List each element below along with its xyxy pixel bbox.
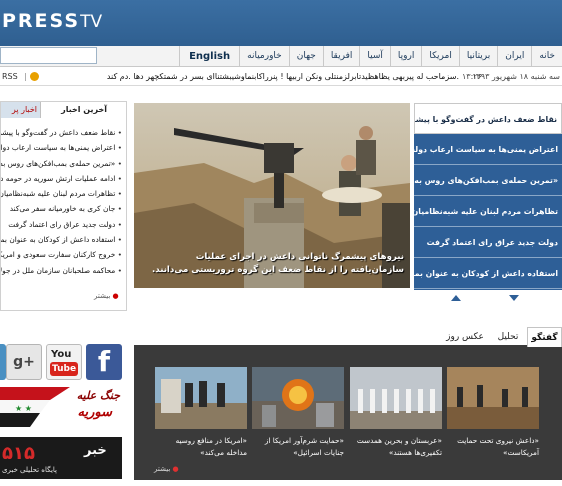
- nav-item-asia[interactable]: آسیا: [359, 46, 390, 67]
- nav-item-europe[interactable]: اروپا: [389, 46, 421, 67]
- tab-analysis[interactable]: تحلیل: [491, 327, 525, 347]
- list-item[interactable]: خروج کارکنان سفارت سعودی و امریکا: [1, 247, 122, 262]
- list-item[interactable]: «تمرین حمله‌ی بمب‌افکن‌های روس به آمریکا…: [1, 156, 122, 171]
- featured-headline-item[interactable]: «تمرین حمله‌ی بمب‌افکن‌های روس به آمریکا…: [414, 165, 562, 196]
- latest-news-tabs: اخبار پر آخرین اخبار: [1, 102, 126, 118]
- featured-caption[interactable]: نیروهای پیشمرگ ناتوانی داعش در اجرای عمل…: [150, 251, 404, 277]
- more-bullet-icon: ●: [172, 465, 179, 473]
- svg-text:★ ★: ★ ★: [15, 404, 32, 413]
- gallery-thumbnail-image: [155, 367, 247, 429]
- syria-banner-line1: جنگ علیه: [76, 389, 120, 402]
- featured-headlines: نقاط ضعف داعش در گفت‌وگو با پیشمرگ اعترا…: [414, 103, 562, 290]
- list-item[interactable]: اعتراض یمنی‌ها به سیاست ارعاب دولت: [1, 140, 122, 155]
- media-tabs: گفتگو تحلیل عکس روز: [134, 327, 562, 347]
- ticker-headline[interactable]: سزماحب له پیربهی یظاهظیدتابرلزمنتلی ونکن…: [66, 67, 459, 85]
- news-channel-banner[interactable]: ۵۱۵ خبر پایگاه تحلیلی خبری: [0, 437, 122, 479]
- nav-item-britain[interactable]: بریتانیا: [458, 46, 497, 67]
- list-item[interactable]: تظاهرات مردم لبنان علیه شبه‌نظامیان: [1, 186, 122, 201]
- featured-headline-item[interactable]: دولت جدید عراق رای اعتماد گرفت: [414, 227, 562, 258]
- featured-headline-item[interactable]: تظاهرات مردم لبنان علیه شبه‌نظامیان: [414, 196, 562, 227]
- tab-photo-of-day[interactable]: عکس روز: [442, 327, 488, 347]
- syria-banner-line2: سوریه: [77, 405, 112, 420]
- nav-item-world[interactable]: جهان: [288, 46, 323, 67]
- nav-item-home[interactable]: خانه: [531, 46, 562, 67]
- nav-item-america[interactable]: امریکا: [421, 46, 459, 67]
- ticker-date: سه شنبه ۱۸ شهریور ۱۳۹۳: [472, 72, 560, 81]
- logo-tv-text: TV: [80, 12, 103, 32]
- page: PRESSTV خانه ایران بریتانیا امریکا اروپا…: [0, 0, 562, 486]
- list-item[interactable]: استفاده داعش از کودکان به عنوان بمب‌گذار: [1, 232, 122, 247]
- tab-latest-news[interactable]: آخرین اخبار: [41, 102, 126, 118]
- list-item[interactable]: نقاط ضعف داعش در گفت‌وگو با پیشمرگ: [1, 125, 122, 140]
- tab-interview[interactable]: گفتگو: [527, 327, 562, 347]
- list-item[interactable]: محاکمه صلحبانان سازمان ملل در جولان: [1, 263, 122, 278]
- nav-item-english[interactable]: English: [179, 46, 239, 67]
- gallery-caption[interactable]: «امریکا در منافع روسیه مداخله می‌کند»: [155, 435, 247, 459]
- gallery-thumbnail[interactable]: [252, 367, 344, 429]
- list-item[interactable]: دولت جدید عراق رای اعتماد گرفت: [1, 217, 122, 232]
- nav-item-iran[interactable]: ایران: [497, 46, 531, 67]
- featured-headline-item[interactable]: استفاده داعش از کودکان به عنوان بمب‌گذار: [414, 258, 562, 289]
- ticker-divider: |: [24, 72, 27, 81]
- gallery-thumbnail[interactable]: [155, 367, 247, 429]
- gallery-thumbnail[interactable]: [447, 367, 539, 429]
- interview-gallery: «داعش نیروی تحت حمایت آمریکاست» «عربستان…: [134, 347, 562, 480]
- gallery-caption[interactable]: «عربستان و بحرین همدست تکفیری‌ها هستند»: [350, 435, 442, 459]
- slider-controls: [414, 290, 562, 306]
- channel-khabar: خبر: [84, 443, 107, 458]
- gallery-caption[interactable]: «داعش نیروی تحت حمایت آمریکاست»: [447, 435, 539, 459]
- list-item[interactable]: جان کری به خاورمیانه سفر می‌کند: [1, 201, 122, 216]
- main-nav: خانه ایران بریتانیا امریکا اروپا آسیا اف…: [0, 46, 562, 67]
- facebook-icon[interactable]: f: [86, 344, 122, 380]
- featured-headline-item[interactable]: نقاط ضعف داعش در گفت‌وگو با پیشمرگ: [414, 103, 562, 134]
- logo-press-text: PRESS: [2, 10, 81, 32]
- nav-item-middle-east[interactable]: خاورمیانه: [239, 46, 289, 67]
- gallery-more-label: بیشتر: [154, 465, 171, 473]
- latest-news-more-link[interactable]: بیشتر ●: [94, 292, 119, 300]
- rss-icon[interactable]: [30, 72, 39, 81]
- youtube-tube-text: Tube: [50, 362, 78, 376]
- google-plus-icon[interactable]: g+: [6, 344, 42, 380]
- youtube-icon[interactable]: You Tube: [46, 344, 82, 380]
- presstv-logo[interactable]: PRESSTV: [2, 10, 102, 32]
- slider-up-arrow-icon[interactable]: [451, 295, 461, 301]
- youtube-you-text: You: [51, 349, 72, 360]
- more-bullet-icon: ●: [112, 292, 119, 300]
- tab-popular-news[interactable]: اخبار پر: [1, 102, 41, 118]
- channel-number: ۵۱۵: [2, 443, 35, 464]
- gallery-thumbnail-image: [252, 367, 344, 429]
- gallery-thumbnail-image: [350, 367, 442, 429]
- slider-down-arrow-icon[interactable]: [509, 295, 519, 301]
- gallery-more-link[interactable]: بیشتر ●: [154, 465, 179, 473]
- list-item[interactable]: ادامه عملیات ارتش سوریه در حومه دمشق: [1, 171, 122, 186]
- featured-headline-item[interactable]: اعتراض یمنی‌ها به سیاست ارعاب دولت: [414, 134, 562, 165]
- war-on-syria-banner[interactable]: ★ ★ جنگ علیه سوریه: [0, 387, 122, 427]
- gallery-caption[interactable]: «حمایت شرم‌آور امریکا از جنایات اسرائیل»: [252, 435, 344, 459]
- gallery-thumbnail[interactable]: [350, 367, 442, 429]
- search-input[interactable]: [0, 47, 97, 64]
- nav-items: خانه ایران بریتانیا امریکا اروپا آسیا اف…: [179, 46, 562, 67]
- news-ticker: RSS | سزماحب له پیربهی یظاهظیدتابرلزمنتل…: [0, 67, 562, 86]
- site-header: PRESSTV: [0, 0, 562, 46]
- rss-link[interactable]: RSS: [2, 67, 18, 85]
- more-label: بیشتر: [94, 292, 111, 300]
- latest-news-list: نقاط ضعف داعش در گفت‌وگو با پیشمرگ اعترا…: [1, 125, 122, 278]
- channel-subtitle: پایگاه تحلیلی خبری: [2, 466, 57, 474]
- latest-news-panel: اخبار پر آخرین اخبار نقاط ضعف داعش در گف…: [0, 101, 127, 311]
- nav-item-africa[interactable]: افریقا: [322, 46, 360, 67]
- gallery-thumbnail-image: [447, 367, 539, 429]
